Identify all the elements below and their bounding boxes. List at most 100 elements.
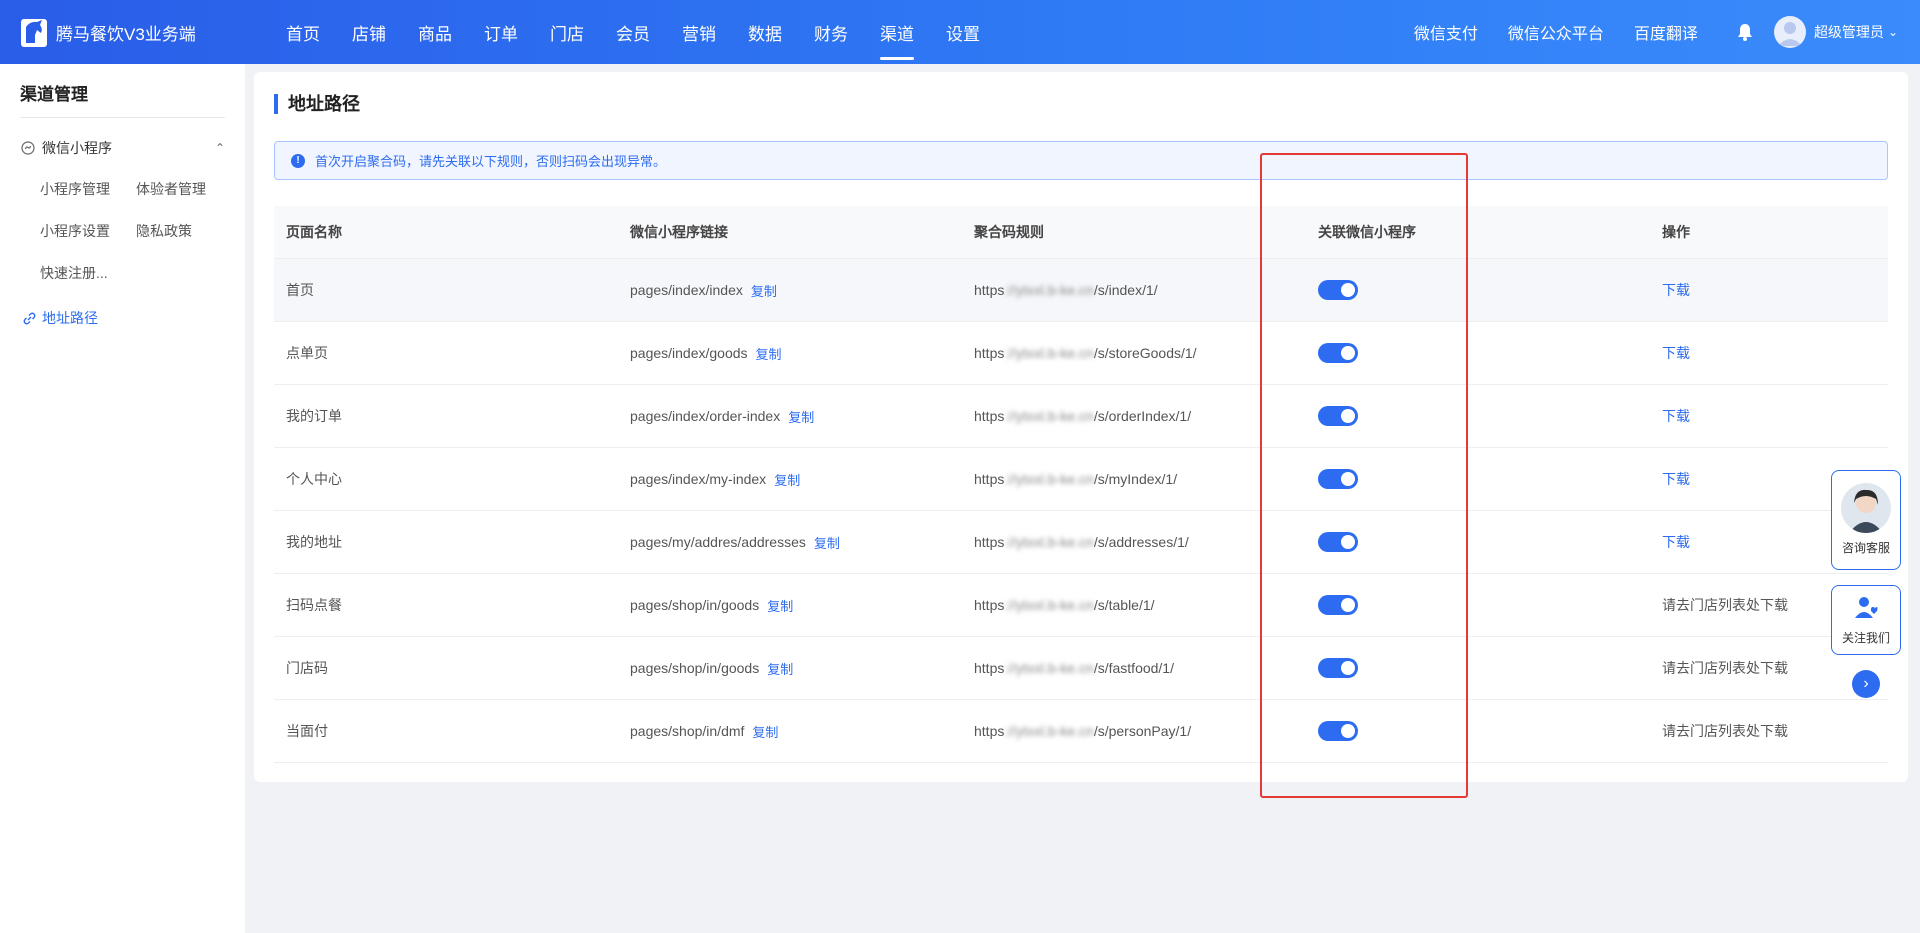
sidebar-group-wechat-miniprogram[interactable]: 微信小程序 ⌃	[0, 128, 245, 168]
link-text: pages/index/my-index	[630, 471, 767, 487]
cell-miniprogram-link: pages/index/goods 复制	[618, 344, 962, 363]
rule-path: /s/myIndex/1/	[1093, 471, 1178, 487]
copy-button[interactable]: 复制	[774, 470, 800, 489]
cell-qr-rule: https://ytxxl.b-ke.cn/s/fastfood/1/	[962, 660, 1306, 676]
expand-arrow-button[interactable]: ›	[1852, 670, 1880, 698]
table-row: 我的地址 pages/my/addres/addresses 复制 https:…	[274, 511, 1888, 574]
sidebar-item-miniprogram-manage[interactable]: 小程序管理	[40, 168, 136, 210]
info-alert: ! 首次开启聚合码，请先关联以下规则，否则扫码会出现异常。	[274, 141, 1888, 180]
page-title: 地址路径	[274, 94, 360, 114]
sidebar-item-tester-manage[interactable]: 体验者管理	[136, 168, 232, 210]
rule-host-blurred: ://ytxxl.b-ke.cn	[1004, 723, 1094, 739]
sidebar-title: 渠道管理	[20, 64, 225, 118]
nav-item-members[interactable]: 会员	[600, 0, 666, 64]
table-header: 页面名称 微信小程序链接 聚合码规则 关联微信小程序 操作	[274, 206, 1888, 259]
baidu-translate-link[interactable]: 百度翻译	[1634, 20, 1698, 44]
table-row: 当面付 pages/shop/in/dmf 复制 https://ytxxl.b…	[274, 700, 1888, 763]
nav-item-settings[interactable]: 设置	[930, 0, 996, 64]
nav-item-home[interactable]: 首页	[270, 0, 336, 64]
wechat-pay-link[interactable]: 微信支付	[1414, 20, 1478, 44]
copy-button[interactable]: 复制	[752, 722, 778, 741]
download-link[interactable]: 下载	[1662, 532, 1690, 552]
cell-action: 下载	[1650, 280, 1888, 300]
rule-prefix: https	[974, 534, 1005, 550]
cell-qr-rule: https://ytxxl.b-ke.cn/s/orderIndex/1/	[962, 408, 1306, 424]
nav-item-channels[interactable]: 渠道	[864, 0, 930, 64]
rule-path: /s/storeGoods/1/	[1093, 345, 1197, 361]
cell-page-name: 扫码点餐	[286, 597, 342, 613]
linked-toggle-switch[interactable]	[1318, 595, 1358, 615]
rule-prefix: https	[974, 471, 1005, 487]
nav-item-products[interactable]: 商品	[402, 0, 468, 64]
rule-path: /s/index/1/	[1093, 282, 1158, 298]
linked-toggle-switch[interactable]	[1318, 406, 1358, 426]
linked-toggle-switch[interactable]	[1318, 658, 1358, 678]
nav-right: 微信支付 微信公众平台 百度翻译 超级管理员 ⌄	[1414, 0, 1920, 64]
chevron-up-icon[interactable]: ⌃	[215, 141, 225, 155]
sidebar-item-address-path[interactable]: 地址路径	[0, 298, 245, 338]
miniprogram-icon	[20, 140, 36, 156]
main-nav: 首页 店铺 商品 订单 门店 会员 营销 数据 财务 渠道 设置	[270, 0, 996, 64]
cell-action: 请去门店列表处下载	[1650, 658, 1888, 678]
rule-prefix: https	[974, 345, 1005, 361]
linked-toggle-switch[interactable]	[1318, 532, 1358, 552]
brand[interactable]: 腾马餐饮V3业务端	[0, 0, 256, 64]
link-text: pages/shop/in/goods	[630, 660, 760, 676]
table-row: 我的订单 pages/index/order-index 复制 https://…	[274, 385, 1888, 448]
cell-action: 下载	[1650, 406, 1888, 426]
link-text: pages/index/goods	[630, 345, 748, 361]
nav-item-store[interactable]: 店铺	[336, 0, 402, 64]
rule-path: /s/addresses/1/	[1093, 534, 1189, 550]
copy-button[interactable]: 复制	[814, 533, 840, 552]
table-row: 扫码点餐 pages/shop/in/goods 复制 https://ytxx…	[274, 574, 1888, 637]
cell-action: 下载	[1650, 343, 1888, 363]
linked-toggle-switch[interactable]	[1318, 280, 1358, 300]
nav-item-orders[interactable]: 订单	[468, 0, 534, 64]
nav-item-shops[interactable]: 门店	[534, 0, 600, 64]
cell-miniprogram-link: pages/index/my-index 复制	[618, 470, 962, 489]
download-link[interactable]: 下载	[1662, 406, 1690, 426]
rule-path: /s/fastfood/1/	[1093, 660, 1174, 676]
download-link[interactable]: 下载	[1662, 280, 1690, 300]
link-text: pages/shop/in/dmf	[630, 723, 745, 739]
copy-button[interactable]: 复制	[751, 281, 777, 300]
sidebar-item-privacy-policy[interactable]: 隐私政策	[136, 210, 232, 252]
linked-toggle-switch[interactable]	[1318, 721, 1358, 741]
copy-button[interactable]: 复制	[788, 407, 814, 426]
linked-toggle-switch[interactable]	[1318, 343, 1358, 363]
sidebar-item-miniprogram-settings[interactable]: 小程序设置	[40, 210, 136, 252]
user-avatar[interactable]	[1773, 16, 1806, 48]
chevron-down-icon[interactable]: ⌄	[1888, 25, 1898, 39]
action-note: 请去门店列表处下载	[1662, 660, 1788, 676]
rule-path: /s/personPay/1/	[1093, 723, 1192, 739]
customer-service-label: 咨询客服	[1841, 541, 1890, 555]
main-card: 地址路径 ! 首次开启聚合码，请先关联以下规则，否则扫码会出现异常。 页面名称 …	[254, 72, 1908, 782]
cell-page-name: 我的地址	[286, 534, 342, 550]
customer-service-widget[interactable]: 咨询客服	[1831, 470, 1901, 570]
copy-button[interactable]: 复制	[756, 344, 782, 363]
rule-prefix: https	[974, 723, 1005, 739]
col-actions: 操作	[1662, 224, 1690, 240]
nav-item-marketing[interactable]: 营销	[666, 0, 732, 64]
rule-host-blurred: ://ytxxl.b-ke.cn	[1004, 534, 1094, 550]
download-link[interactable]: 下载	[1662, 469, 1690, 489]
nav-item-finance[interactable]: 财务	[798, 0, 864, 64]
brand-name: 腾马餐饮V3业务端	[56, 24, 196, 44]
copy-button[interactable]: 复制	[767, 596, 793, 615]
link-text: pages/index/order-index	[630, 408, 781, 424]
cell-page-name: 个人中心	[286, 471, 342, 487]
sidebar-item-quick-register[interactable]: 快速注册...	[40, 252, 136, 294]
copy-button[interactable]: 复制	[767, 659, 793, 678]
nav-item-data[interactable]: 数据	[732, 0, 798, 64]
user-name[interactable]: 超级管理员	[1814, 22, 1884, 42]
col-qr-rule: 聚合码规则	[974, 224, 1044, 240]
download-link[interactable]: 下载	[1662, 343, 1690, 363]
action-note: 请去门店列表处下载	[1662, 597, 1788, 613]
linked-toggle-switch[interactable]	[1318, 469, 1358, 489]
cell-miniprogram-link: pages/shop/in/goods 复制	[618, 659, 962, 678]
follow-us-widget[interactable]: 关注我们	[1831, 585, 1901, 655]
rule-host-blurred: ://ytxxl.b-ke.cn	[1004, 408, 1094, 424]
wechat-official-link[interactable]: 微信公众平台	[1508, 20, 1604, 44]
table-row: 个人中心 pages/index/my-index 复制 https://ytx…	[274, 448, 1888, 511]
bell-icon[interactable]	[1734, 21, 1756, 43]
